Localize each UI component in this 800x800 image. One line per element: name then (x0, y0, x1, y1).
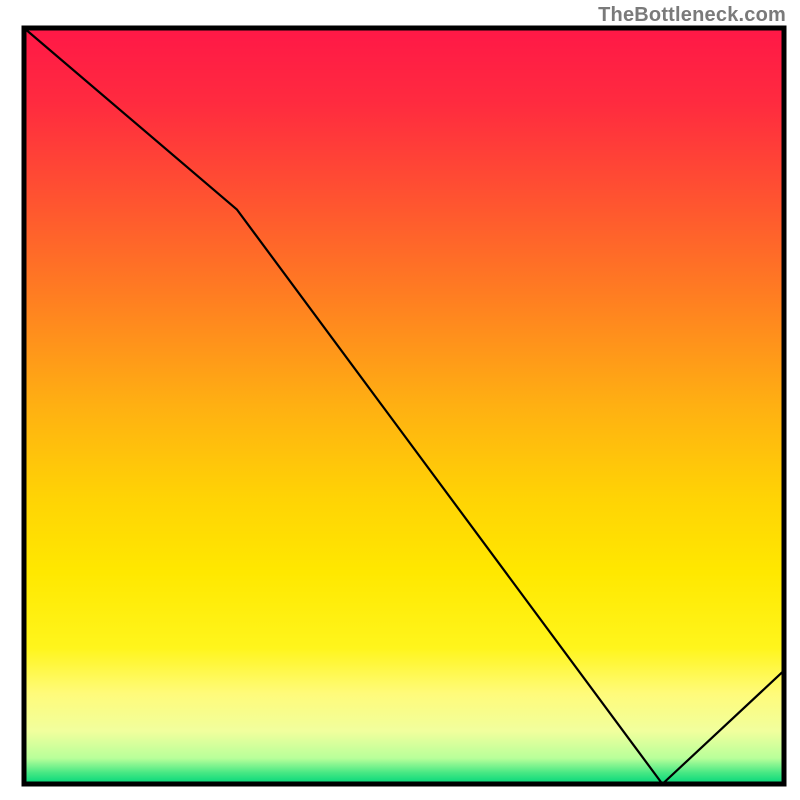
chart-canvas (0, 0, 800, 800)
gradient-background (24, 28, 784, 784)
